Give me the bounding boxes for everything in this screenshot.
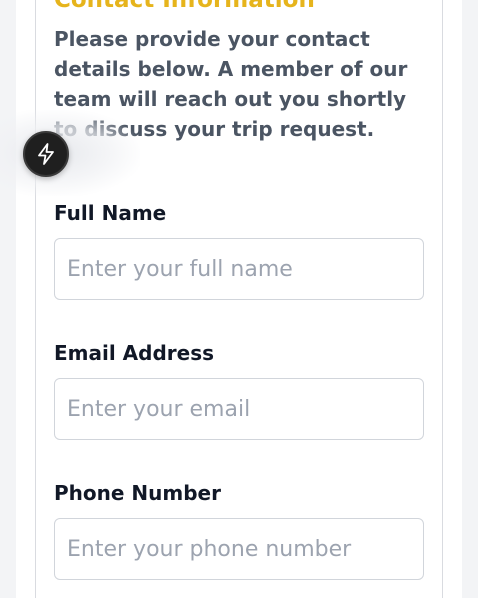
full-name-label: Full Name — [54, 201, 167, 225]
phone-label: Phone Number — [54, 481, 221, 505]
section-title: Contact Information — [54, 0, 315, 13]
full-name-input[interactable] — [54, 238, 424, 300]
contact-form-page: Contact Information Please provide your … — [0, 0, 478, 598]
phone-input[interactable] — [54, 518, 424, 580]
floating-action-button[interactable] — [23, 131, 69, 177]
floating-button-backdrop — [0, 110, 140, 196]
email-label: Email Address — [54, 341, 215, 365]
email-input[interactable] — [54, 378, 424, 440]
lightning-bolt-icon — [35, 142, 57, 166]
